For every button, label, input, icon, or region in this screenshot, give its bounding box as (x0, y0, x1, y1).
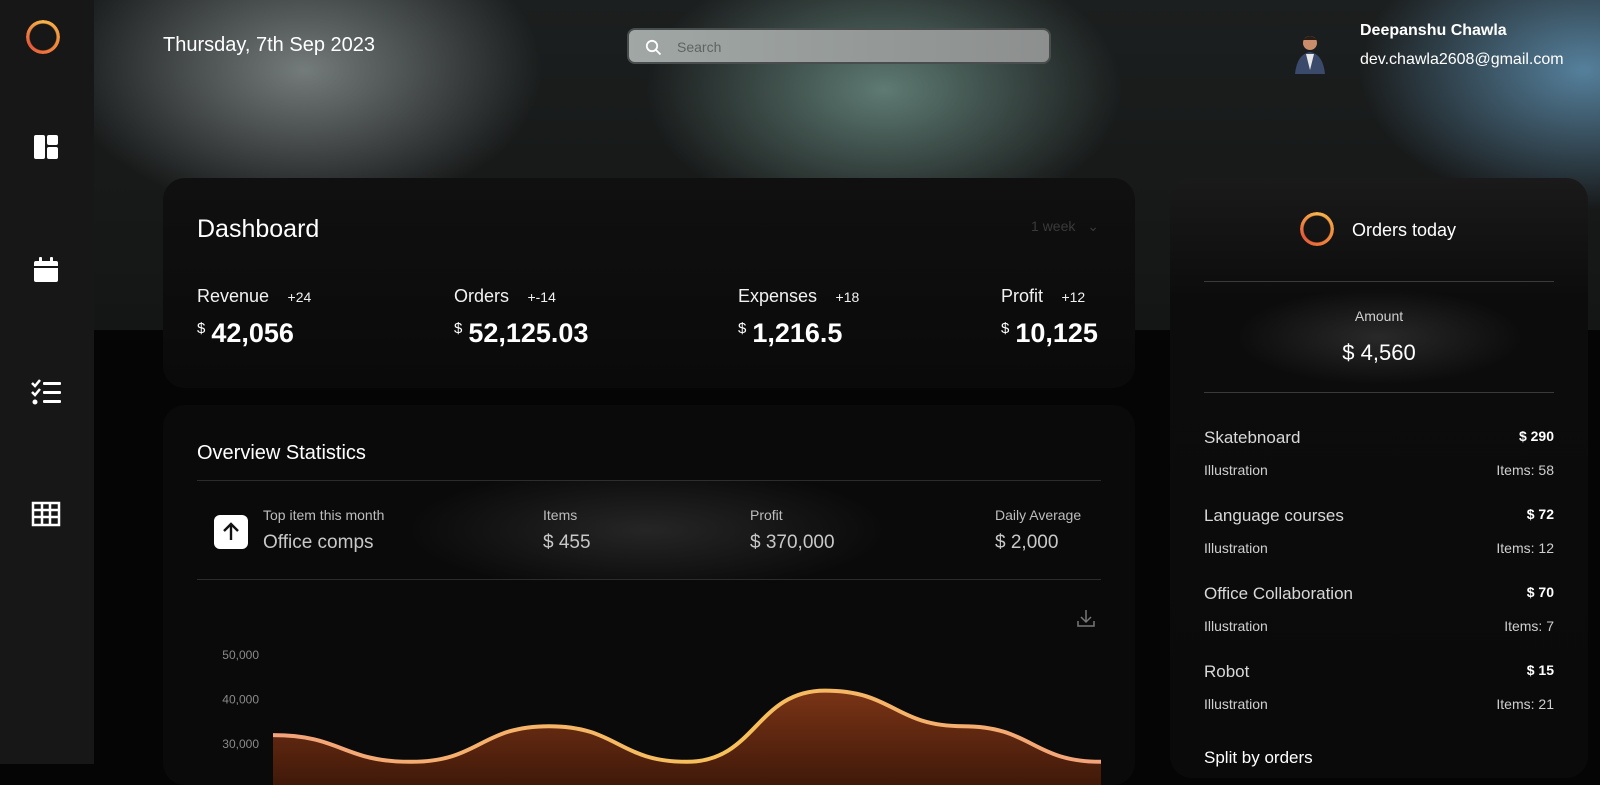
stat-label: Profit (1001, 286, 1043, 306)
top-item-label: Top item this month (263, 507, 384, 523)
stat-currency: $ (197, 320, 205, 337)
stat-change: +18 (836, 289, 860, 305)
chart-area (273, 691, 1101, 785)
orders-title: Orders today (1352, 220, 1456, 241)
items-label: Items (543, 507, 577, 523)
y-tick-label: 30,000 (222, 737, 259, 751)
order-name: Language courses (1204, 506, 1344, 526)
daily-average-value: $ 2,000 (995, 532, 1058, 554)
order-name: Robot (1204, 662, 1249, 682)
stat-orders: Orders +-14 $52,125.03 (454, 286, 556, 307)
calendar-icon[interactable] (29, 253, 63, 287)
split-by-orders-title: Split by orders (1204, 748, 1313, 768)
sidebar (0, 0, 94, 764)
amount-value: $ 4,560 (1170, 340, 1588, 366)
orders-logo-icon (1300, 212, 1334, 246)
overview-card: Overview Statistics Top item this month … (163, 405, 1135, 785)
stat-label: Expenses (738, 286, 817, 306)
profit-label: Profit (750, 507, 783, 523)
order-items: Items: 12 (1496, 540, 1554, 556)
stat-change: +24 (288, 289, 312, 305)
stat-revenue: Revenue +24 $42,056 (197, 286, 311, 307)
order-items: Items: 21 (1496, 696, 1554, 712)
period-select[interactable]: 1 week ⌄ (1031, 218, 1099, 235)
period-label: 1 week (1031, 218, 1075, 234)
stat-value: 1,216.5 (752, 318, 842, 348)
overview-chart: 50,000 40,000 30,000 (163, 625, 1135, 785)
stat-value: 10,125 (1015, 318, 1098, 348)
list-item[interactable]: Robot $ 15 Illustration Items: 21 (1204, 662, 1554, 722)
chevron-down-icon: ⌄ (1087, 218, 1099, 234)
dashboard-card: Dashboard 1 week ⌄ Revenue +24 $42,056 O… (163, 178, 1135, 388)
overview-title: Overview Statistics (197, 442, 366, 465)
divider (1204, 392, 1554, 393)
stat-label: Revenue (197, 286, 269, 306)
order-price: $ 70 (1527, 584, 1554, 600)
stat-change: +12 (1061, 289, 1085, 305)
stat-value: 52,125.03 (468, 318, 588, 348)
dashboard-title: Dashboard (197, 215, 319, 244)
list-item[interactable]: Office Collaboration $ 70 Illustration I… (1204, 584, 1554, 644)
orders-today-card: Orders today Amount $ 4,560 Skatebnoard … (1170, 178, 1588, 778)
stat-currency: $ (1001, 320, 1009, 337)
list-item[interactable]: Language courses $ 72 Illustration Items… (1204, 506, 1554, 566)
search-input[interactable] (675, 30, 1039, 64)
order-items: Items: 7 (1504, 618, 1554, 634)
order-category: Illustration (1204, 696, 1268, 712)
order-items: Items: 58 (1496, 462, 1554, 478)
arrow-up-icon (214, 515, 248, 549)
stat-currency: $ (454, 320, 462, 337)
y-tick-label: 50,000 (222, 648, 259, 662)
order-price: $ 290 (1519, 428, 1554, 444)
order-category: Illustration (1204, 618, 1268, 634)
divider (197, 579, 1101, 580)
stat-expenses: Expenses +18 $1,216.5 (738, 286, 859, 307)
daily-average-label: Daily Average (995, 507, 1081, 523)
stat-value: 42,056 (211, 318, 294, 348)
checklist-icon[interactable] (29, 375, 63, 409)
search-bar[interactable] (627, 28, 1051, 64)
stat-profit: Profit +12 $10,125 (1001, 286, 1085, 307)
list-item[interactable]: Skatebnoard $ 290 Illustration Items: 58 (1204, 428, 1554, 488)
stat-currency: $ (738, 320, 746, 337)
avatar[interactable] (1290, 30, 1330, 74)
order-category: Illustration (1204, 540, 1268, 556)
amount-label: Amount (1170, 308, 1588, 324)
search-icon (645, 39, 662, 56)
app-logo[interactable] (26, 20, 60, 54)
profit-value: $ 370,000 (750, 532, 835, 554)
stat-change: +-14 (527, 289, 555, 305)
current-date: Thursday, 7th Sep 2023 (163, 34, 375, 57)
dashboard-icon[interactable] (29, 130, 63, 164)
table-icon[interactable] (29, 497, 63, 531)
order-price: $ 72 (1527, 506, 1554, 522)
order-category: Illustration (1204, 462, 1268, 478)
y-tick-label: 40,000 (222, 693, 259, 707)
order-name: Office Collaboration (1204, 584, 1353, 604)
items-value: $ 455 (543, 532, 591, 554)
user-name[interactable]: Deepanshu Chawla (1360, 22, 1507, 40)
user-email: dev.chawla2608@gmail.com (1360, 51, 1564, 69)
top-item-value: Office comps (263, 532, 374, 554)
order-price: $ 15 (1527, 662, 1554, 678)
stat-label: Orders (454, 286, 509, 306)
order-name: Skatebnoard (1204, 428, 1300, 448)
